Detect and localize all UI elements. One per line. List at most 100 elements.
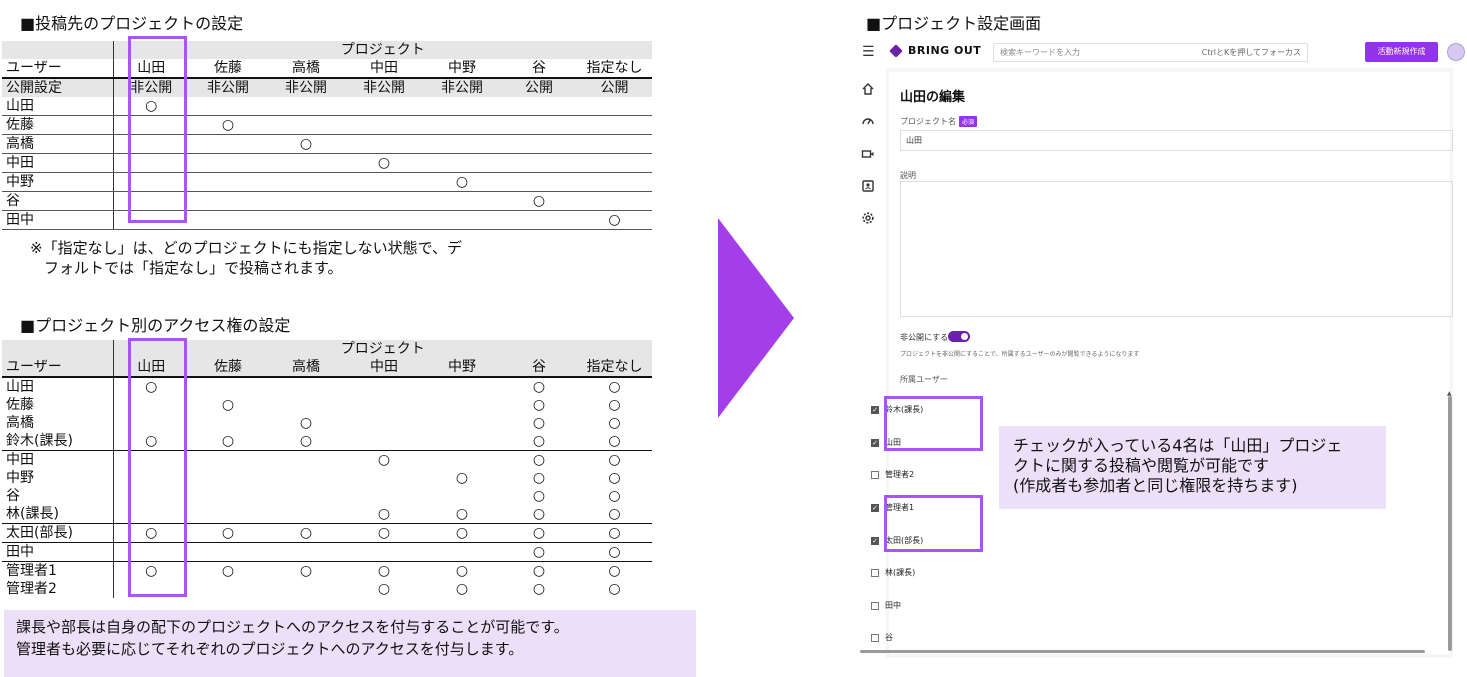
new-activity-button[interactable]: 活動新規作成 xyxy=(1365,42,1438,62)
mark-cell: ○ xyxy=(189,523,267,543)
mark-cell xyxy=(423,97,501,116)
mark-cell: ○ xyxy=(377,452,391,468)
dashboard-icon[interactable] xyxy=(861,114,875,128)
member-item[interactable]: 管理者2 xyxy=(871,469,914,480)
mark-cell xyxy=(189,469,267,487)
mark-cell xyxy=(189,505,267,524)
mark-cell: ○ xyxy=(267,523,345,543)
menu-icon[interactable]: ☰ xyxy=(862,44,875,60)
app-screen-title: ■プロジェクト設定画面 xyxy=(866,14,1042,33)
mark-cell xyxy=(423,377,501,396)
mark-cell: ○ xyxy=(501,505,577,524)
table-row: 田中 ○ ○ xyxy=(2,542,653,562)
member-item[interactable]: 林(課長) xyxy=(871,567,915,578)
user-name-cell: 佐藤 xyxy=(6,397,34,413)
mark-cell xyxy=(577,115,653,135)
mark-cell xyxy=(423,432,501,451)
mark-cell xyxy=(267,542,345,562)
horizontal-scrollbar[interactable] xyxy=(860,650,1425,653)
section2-title: ■プロジェクト別のアクセス権の設定 xyxy=(20,316,291,335)
mark-cell: ○ xyxy=(345,505,423,524)
logo[interactable]: BRING OUT xyxy=(889,43,981,58)
mark-cell xyxy=(189,153,267,173)
user-name-cell: 中野 xyxy=(6,470,34,486)
member-checkbox[interactable] xyxy=(871,633,879,642)
mark-cell xyxy=(267,191,345,211)
member-name: 田中 xyxy=(885,601,901,610)
mark-cell xyxy=(577,172,653,192)
mark-cell: ○ xyxy=(455,581,469,597)
page-title: 山田の編集 xyxy=(900,90,966,105)
default-note: ※「指定なし」は、どのプロジェクトにも指定しない状態で、デ フォルトでは「指定な… xyxy=(30,239,462,277)
user-name-cell: 谷 xyxy=(2,191,113,211)
table-row: 谷 ○ xyxy=(2,191,653,211)
mark-cell xyxy=(345,469,423,487)
mark-cell xyxy=(189,191,267,211)
search-input[interactable]: 検索キーワードを入力 CtrlとKを押してフォーカス xyxy=(993,43,1308,62)
member-checkbox[interactable]: ✓ xyxy=(871,503,879,512)
member-checkbox[interactable] xyxy=(871,568,879,577)
mark-cell xyxy=(577,134,653,154)
project-settings-screen: ☰ BRING OUT 検索キーワードを入力 CtrlとKを押してフォーカス 活… xyxy=(850,36,1467,658)
mark-cell: ○ xyxy=(532,581,546,597)
user-name-cell: 田中 xyxy=(2,210,113,230)
mark-cell xyxy=(577,191,653,211)
home-icon[interactable] xyxy=(861,82,875,96)
project-column-header: 中野 xyxy=(423,358,501,378)
mark-cell: ○ xyxy=(532,452,546,468)
table-row: 谷 ○ ○ xyxy=(2,487,652,505)
mark-cell: ○ xyxy=(532,563,546,579)
mark-cell xyxy=(423,134,501,154)
table-column-header-row: ユーザー 山田 佐藤 高橋 中田 中野谷指定なし xyxy=(2,358,653,378)
user-name-cell: 山田 xyxy=(6,379,34,395)
mark-cell xyxy=(423,451,501,470)
mark-cell: ○ xyxy=(299,415,313,431)
scrollbar[interactable] xyxy=(1448,396,1452,651)
project-name-input[interactable]: 山田 xyxy=(900,130,1453,151)
mark-cell xyxy=(345,210,423,230)
profile-card-icon[interactable] xyxy=(861,179,875,193)
mark-cell xyxy=(267,210,345,230)
mark-cell xyxy=(501,172,577,192)
mark-cell: ○ xyxy=(299,563,313,579)
table-row: 太田(部長) ○ ○ ○ ○ ○ ○ ○ xyxy=(2,523,653,543)
member-item[interactable]: 谷 xyxy=(871,632,893,643)
user-name-cell: 谷 xyxy=(6,488,20,504)
description-textarea[interactable] xyxy=(900,181,1453,317)
member-checkbox[interactable] xyxy=(871,470,879,479)
private-toggle[interactable] xyxy=(948,331,970,342)
mark-cell: ○ xyxy=(577,505,653,524)
mark-cell: ○ xyxy=(501,523,577,543)
mark-cell: ○ xyxy=(345,153,423,173)
mark-cell: ○ xyxy=(532,379,546,395)
mark-cell: ○ xyxy=(189,115,267,135)
mark-cell xyxy=(423,487,501,505)
mark-cell xyxy=(423,115,501,135)
access-rights-table: プロジェクト ユーザー 山田 佐藤 高橋 中田 中野谷指定なし 山田 ○ ○ ○ 佐藤 ○ ○ ○ 高橋 ○ ○ ○… xyxy=(2,340,653,598)
mark-cell xyxy=(267,377,345,396)
mark-cell xyxy=(267,153,345,173)
member-checkbox[interactable]: ✓ xyxy=(871,405,879,414)
mark-cell xyxy=(345,134,423,154)
project-group-label: プロジェクト xyxy=(112,41,653,59)
member-checkbox[interactable]: ✓ xyxy=(871,536,879,545)
user-column-header: ユーザー xyxy=(2,59,113,79)
public-setting-value: 非公開 xyxy=(267,78,345,97)
project-column-header: 中野 xyxy=(423,59,501,79)
table-row: 高橋 ○ xyxy=(2,134,653,154)
video-icon[interactable] xyxy=(861,147,875,161)
member-checkbox[interactable]: ✓ xyxy=(871,438,879,447)
mark-cell: ○ xyxy=(577,523,653,543)
avatar[interactable] xyxy=(1447,43,1465,61)
table-row: 管理者2 ○ ○ ○ ○ xyxy=(2,580,652,598)
mark-cell xyxy=(345,396,423,414)
member-item[interactable]: 田中 xyxy=(871,600,901,611)
mark-cell xyxy=(189,580,267,598)
user-name-cell: 田中 xyxy=(2,542,113,562)
project-column-header: 中田 xyxy=(345,59,423,79)
member-checkbox[interactable] xyxy=(871,601,879,610)
mark-cell xyxy=(501,153,577,173)
mark-cell: ○ xyxy=(608,415,621,431)
gear-icon[interactable] xyxy=(861,211,875,225)
table-row: 佐藤 ○ xyxy=(2,115,653,135)
